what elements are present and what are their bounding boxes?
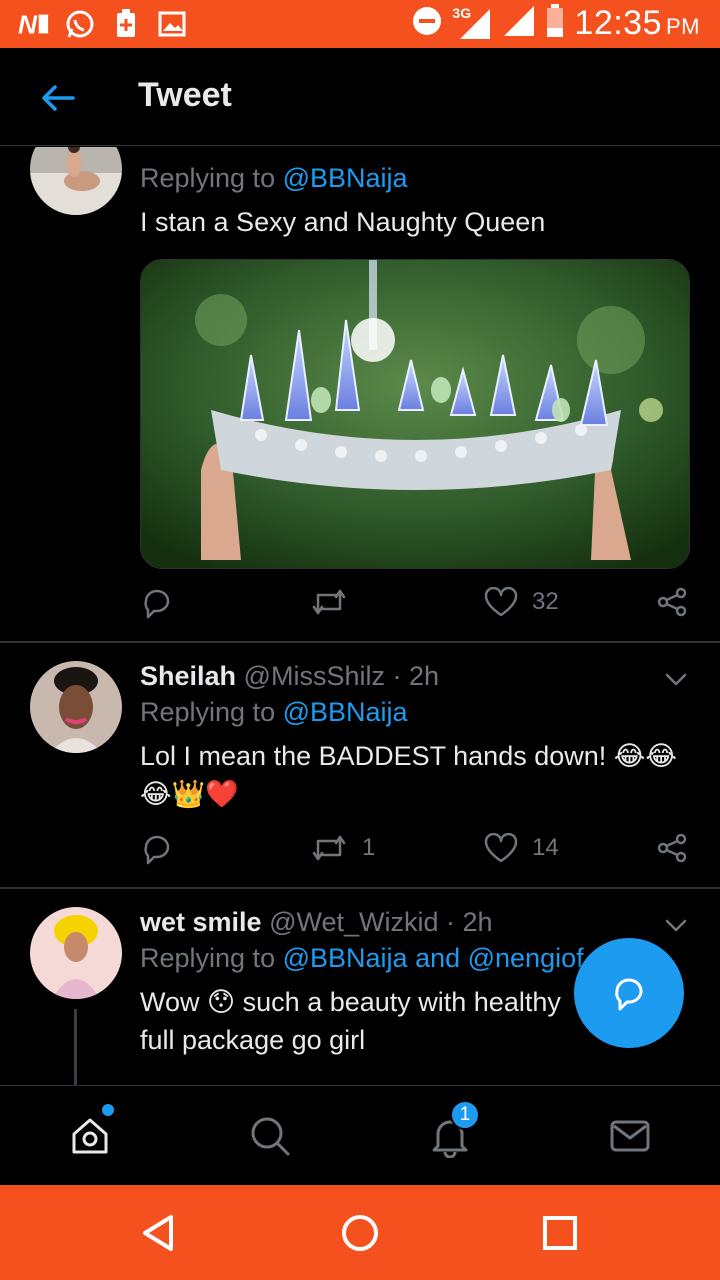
retweet-button[interactable] (310, 587, 348, 617)
whatsapp-icon (64, 8, 96, 40)
tweet-text: Lol I mean the BADDEST hands down! 😂😂 😂👑… (140, 737, 690, 813)
tweet-item[interactable]: Replying to @BBNaija I stan a Sexy and N… (0, 147, 720, 641)
circle-home-icon (342, 1215, 378, 1251)
reply-button[interactable] (140, 587, 174, 619)
like-count: 14 (532, 834, 559, 861)
reply-icon (144, 835, 170, 865)
like-button[interactable]: 32 (484, 587, 559, 617)
reply-prefix: Replying to (140, 943, 276, 973)
tab-messages[interactable] (606, 1112, 654, 1160)
app-header: Tweet (0, 48, 720, 146)
reply-prefix: Replying to (140, 163, 276, 193)
status-bar: N 3G 12:35 PM (0, 0, 720, 48)
tab-home[interactable] (66, 1104, 114, 1160)
share-icon (657, 833, 687, 863)
chevron-down-icon (665, 919, 687, 932)
reply-icon (144, 589, 170, 619)
mention-link[interactable]: @BBNaija and @nengiof (283, 943, 584, 973)
reply-context: Replying to @BBNaija (140, 697, 690, 737)
signal-icon (502, 4, 536, 43)
mention-link[interactable]: @BBNaija (283, 163, 408, 193)
tweet-time: · 2h (392, 661, 440, 691)
avatar[interactable] (30, 907, 122, 999)
thread-connector (74, 1009, 77, 1085)
reply-button[interactable] (140, 833, 174, 865)
tweet-text: I stan a Sexy and Naughty Queen (140, 207, 546, 237)
page-title: Tweet (138, 76, 232, 114)
speech-bubble-icon (615, 978, 643, 1011)
avatar[interactable] (30, 661, 122, 753)
reply-prefix: Replying to (140, 697, 276, 727)
signal-3g-icon: 3G (452, 5, 492, 41)
tweet-image[interactable] (140, 259, 690, 569)
nav-back-button[interactable] (136, 1210, 182, 1256)
retweet-icon (312, 589, 346, 615)
home-icon (72, 1118, 108, 1154)
battery-saver-icon (110, 8, 142, 40)
share-button[interactable] (656, 833, 688, 863)
retweet-count: 1 (362, 834, 376, 861)
new-content-dot (102, 1104, 114, 1116)
heart-icon (484, 587, 518, 617)
image-notification-icon (156, 8, 188, 40)
retweet-button[interactable]: 1 (310, 833, 375, 863)
chevron-down-icon (665, 673, 687, 686)
reply-context: Replying to @BBNaija (140, 163, 690, 203)
back-button[interactable] (36, 76, 80, 120)
system-nav-bar (0, 1185, 720, 1280)
avatar[interactable] (30, 147, 122, 215)
do-not-disturb-icon (412, 6, 442, 41)
compose-reply-button[interactable] (574, 938, 684, 1048)
retweet-icon (312, 835, 346, 861)
tweet-author[interactable]: Sheilah @MissShilz · 2h (140, 661, 690, 697)
author-name[interactable]: wet smile (140, 907, 262, 937)
share-button[interactable] (656, 587, 688, 617)
battery-icon (546, 4, 564, 43)
author-handle: @Wet_Wizkid (269, 907, 439, 937)
triangle-back-icon (143, 1215, 173, 1251)
share-icon (657, 587, 687, 617)
tweet-actions: 1 14 (140, 833, 690, 873)
tab-search[interactable] (246, 1112, 294, 1160)
news-app-icon: N (18, 8, 50, 40)
mention-link[interactable]: @BBNaija (283, 697, 408, 727)
square-recents-icon (543, 1216, 577, 1250)
tweet-text-line: Lol I mean the BADDEST hands down! 😂😂 (140, 741, 677, 771)
nav-home-button[interactable] (337, 1210, 383, 1256)
clock: 12:35 PM (574, 4, 700, 43)
heart-icon (484, 833, 518, 863)
tweet-time: · 2h (446, 907, 493, 937)
like-button[interactable]: 14 (484, 833, 559, 863)
tab-notifications[interactable]: 1 (426, 1100, 480, 1160)
like-count: 32 (532, 588, 559, 615)
clock-time: 12:35 (574, 4, 662, 42)
svg-text:N: N (18, 10, 38, 38)
tweet-menu-button[interactable] (662, 911, 690, 939)
tweet-actions: 32 (140, 587, 690, 627)
arrow-left-icon (42, 85, 75, 111)
clock-ampm: PM (666, 14, 700, 39)
bottom-tab-bar: 1 (0, 1085, 720, 1185)
search-icon (251, 1117, 290, 1156)
author-name[interactable]: Sheilah (140, 661, 236, 691)
tweet-author[interactable]: wet smile @Wet_Wizkid · 2h (140, 907, 690, 943)
tweet-text-line: 😂👑❤️ (140, 779, 239, 809)
mail-icon (610, 1120, 650, 1152)
author-handle: @MissShilz (243, 661, 385, 691)
crown-photo (141, 260, 689, 568)
nav-recents-button[interactable] (537, 1210, 583, 1256)
tweet-item[interactable]: Sheilah @MissShilz · 2h Replying to @BBN… (0, 643, 720, 887)
notification-badge: 1 (450, 1100, 480, 1130)
tweet-menu-button[interactable] (662, 665, 690, 693)
